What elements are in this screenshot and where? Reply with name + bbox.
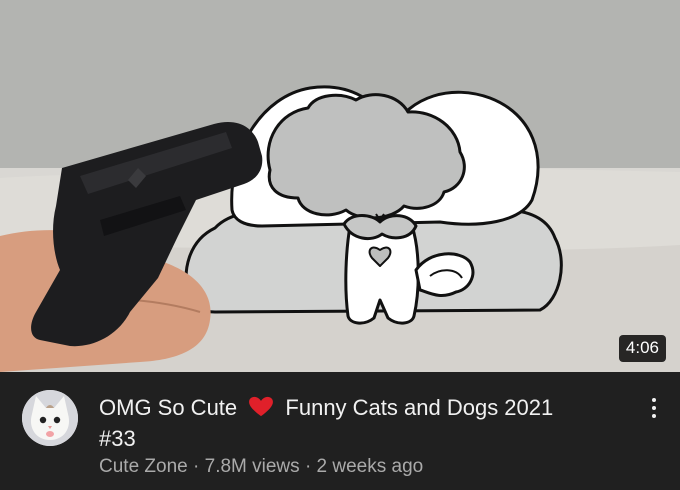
red-heart-icon <box>249 396 274 417</box>
title-text-part1: OMG So Cute <box>99 395 238 420</box>
separator-dot: · <box>193 456 200 477</box>
channel-avatar[interactable] <box>22 390 78 446</box>
video-subline: Cute Zone · 7.8M views · 2 weeks ago <box>99 456 423 478</box>
view-count: 7.8M views <box>204 456 300 477</box>
thumbnail-illustration <box>0 0 680 372</box>
upload-age: 2 weeks ago <box>316 456 424 477</box>
menu-dot <box>652 414 656 418</box>
title-text-line2: #33 <box>99 426 136 451</box>
channel-name[interactable]: Cute Zone <box>99 456 188 477</box>
separator-dot: · <box>304 456 312 477</box>
kitten-avatar-icon <box>22 390 78 446</box>
video-duration-badge: 4:06 <box>618 335 666 362</box>
menu-dot <box>652 406 656 410</box>
menu-dot <box>652 398 656 402</box>
video-thumbnail[interactable]: 4:06 <box>0 0 680 372</box>
video-metadata: OMG So Cute Funny Cats and Dogs 2021 #33… <box>0 372 680 490</box>
more-options-icon[interactable] <box>644 392 664 424</box>
title-text-part2: Funny Cats and Dogs 2021 <box>285 395 554 420</box>
video-title[interactable]: OMG So Cute Funny Cats and Dogs 2021 #33 <box>99 392 629 454</box>
